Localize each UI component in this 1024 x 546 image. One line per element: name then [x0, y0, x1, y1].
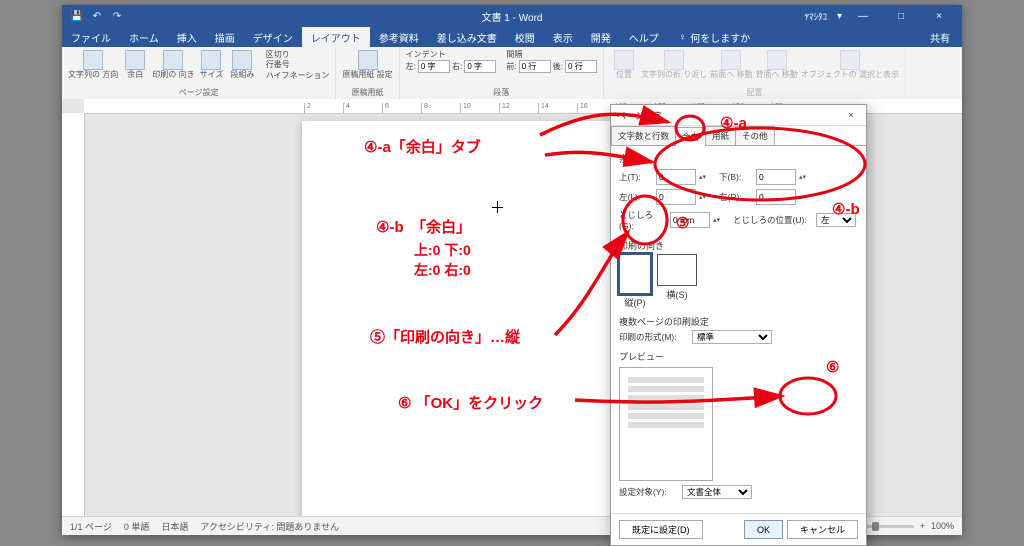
group-page-setup: 文字列の 方向 余白 印刷の 向き サイズ 段組み 区切り 行番号 ハイフネーシ…	[62, 47, 336, 99]
orientation-landscape[interactable]: 横(S)	[657, 254, 697, 309]
undo-icon[interactable]: ↶	[90, 9, 104, 23]
tab-home[interactable]: ホーム	[120, 27, 168, 47]
space-before[interactable]: 前:	[506, 60, 550, 73]
quick-access-toolbar: 💾 ↶ ↷	[62, 9, 124, 23]
cancel-button[interactable]: キャンセル	[787, 520, 858, 539]
accessibility-status[interactable]: アクセシビリティ: 問題ありません	[200, 520, 339, 533]
dlg-tab-paper[interactable]: 用紙	[705, 126, 736, 145]
page-setup-dialog: ページ設定 × 文字数と行数 余白 用紙 その他 余白 上(T):▴▾ 下(B)…	[610, 104, 867, 546]
text-direction-button[interactable]: 文字列の 方向	[68, 50, 118, 79]
text-cursor	[497, 201, 498, 213]
share-button[interactable]: 共有	[918, 27, 962, 47]
dialog-title: ページ設定	[617, 109, 662, 122]
ok-button[interactable]: OK	[744, 520, 783, 539]
user-name[interactable]: ﾔﾏｼﾀｺ	[804, 10, 827, 23]
selection-pane-button: オブジェクトの 選択と表示	[801, 50, 899, 79]
tab-view[interactable]: 表示	[544, 27, 582, 47]
group-manuscript: 原稿用紙 設定 原稿用紙	[336, 47, 399, 99]
gutter-input[interactable]	[670, 212, 710, 228]
size-button[interactable]: サイズ	[197, 50, 225, 79]
columns-button[interactable]: 段組み	[228, 50, 256, 79]
word-count[interactable]: 0 単語	[124, 520, 150, 533]
language[interactable]: 日本語	[161, 520, 188, 533]
manuscript-button[interactable]: 原稿用紙 設定	[342, 50, 392, 79]
redo-icon[interactable]: ↷	[110, 9, 124, 23]
close-button[interactable]: ×	[922, 5, 956, 27]
position-button: 位置	[610, 50, 638, 79]
tab-developer[interactable]: 開発	[582, 27, 620, 47]
indent-label: インデント	[406, 50, 497, 60]
tab-design[interactable]: デザイン	[244, 27, 302, 47]
dlg-tab-margins[interactable]: 余白	[675, 127, 706, 146]
ruler-vertical[interactable]	[62, 113, 85, 517]
send-backward-button: 背面へ 移動	[756, 50, 798, 79]
section-multipage-label: 複数ページの印刷設定	[619, 315, 858, 328]
margin-top-input[interactable]	[656, 169, 696, 185]
tab-help[interactable]: ヘルプ	[620, 27, 668, 47]
margin-bottom-input[interactable]	[756, 169, 796, 185]
tab-file[interactable]: ファイル	[62, 27, 120, 47]
indent-right[interactable]: 右:	[452, 60, 496, 73]
tab-layout[interactable]: レイアウト	[302, 27, 370, 47]
group-paragraph: インデント 左: 右: 間隔 前: 後: 段落	[400, 47, 604, 99]
zoom-level[interactable]: 100%	[931, 521, 954, 531]
tab-review[interactable]: 校閲	[506, 27, 544, 47]
preview-thumb	[619, 367, 713, 481]
minimize-button[interactable]: —	[846, 5, 880, 27]
group-arrange: 位置 文字列の折 り返し 前面へ 移動 背面へ 移動 オブジェクトの 選択と表示…	[604, 47, 906, 99]
wrap-button: 文字列の折 り返し	[641, 50, 707, 79]
gutter-pos-select[interactable]: 左	[816, 213, 856, 227]
hyphenation-button[interactable]: ハイフネーション	[263, 71, 329, 81]
bring-forward-button: 前面へ 移動	[710, 50, 752, 79]
ribbon-options-icon[interactable]: ▾	[837, 11, 842, 22]
margin-right-input[interactable]	[756, 189, 796, 205]
save-icon[interactable]: 💾	[70, 9, 84, 23]
multipage-select[interactable]: 標準	[692, 330, 772, 344]
section-orientation-label: 印刷の向き	[619, 239, 858, 252]
tab-insert[interactable]: 挿入	[168, 27, 206, 47]
group-label: 配置	[610, 87, 899, 98]
ribbon-tabs: ファイル ホーム 挿入 描画 デザイン レイアウト 参考資料 差し込み文書 校閲…	[62, 27, 962, 47]
dlg-tab-chars[interactable]: 文字数と行数	[611, 126, 676, 145]
dialog-titlebar[interactable]: ページ設定 ×	[611, 105, 866, 126]
tab-draw[interactable]: 描画	[206, 27, 244, 47]
zoom-in-icon[interactable]: +	[920, 521, 925, 531]
page-count[interactable]: 1/1 ページ	[70, 520, 112, 533]
line-numbers-button[interactable]: 行番号	[263, 60, 329, 70]
title-bar: 💾 ↶ ↷ 文書 1 - Word ﾔﾏｼﾀｺ ▾ — □ ×	[62, 5, 962, 27]
dialog-tabs: 文字数と行数 余白 用紙 その他	[611, 126, 866, 146]
breaks-button[interactable]: 区切り	[263, 50, 329, 60]
maximize-button[interactable]: □	[884, 5, 918, 27]
spacing-label: 間隔	[506, 50, 597, 60]
margin-left-input[interactable]	[656, 189, 696, 205]
indent-left[interactable]: 左:	[406, 60, 450, 73]
space-after[interactable]: 後:	[553, 60, 597, 73]
tell-me-icon: ♀	[679, 32, 687, 43]
margins-button[interactable]: 余白	[121, 50, 149, 79]
apply-to-select[interactable]: 文書全体	[682, 485, 752, 499]
group-label: ページ設定	[68, 87, 329, 98]
tab-mailings[interactable]: 差し込み文書	[428, 27, 506, 47]
section-preview-label: プレビュー	[619, 350, 858, 363]
tab-references[interactable]: 参考資料	[370, 27, 428, 47]
window-title: 文書 1 - Word	[482, 9, 543, 24]
group-label: 段落	[406, 87, 597, 98]
dlg-tab-other[interactable]: その他	[735, 126, 775, 145]
orientation-button[interactable]: 印刷の 向き	[152, 50, 194, 79]
set-default-button[interactable]: 既定に設定(D)	[619, 520, 703, 539]
group-label: 原稿用紙	[342, 87, 392, 98]
tell-me[interactable]: ♀何をしますか	[670, 27, 760, 47]
section-margins-label: 余白	[619, 152, 858, 165]
ribbon: 文字列の 方向 余白 印刷の 向き サイズ 段組み 区切り 行番号 ハイフネーシ…	[62, 47, 962, 100]
dialog-close-icon[interactable]: ×	[842, 110, 860, 120]
orientation-portrait[interactable]: 縦(P)	[619, 254, 651, 309]
